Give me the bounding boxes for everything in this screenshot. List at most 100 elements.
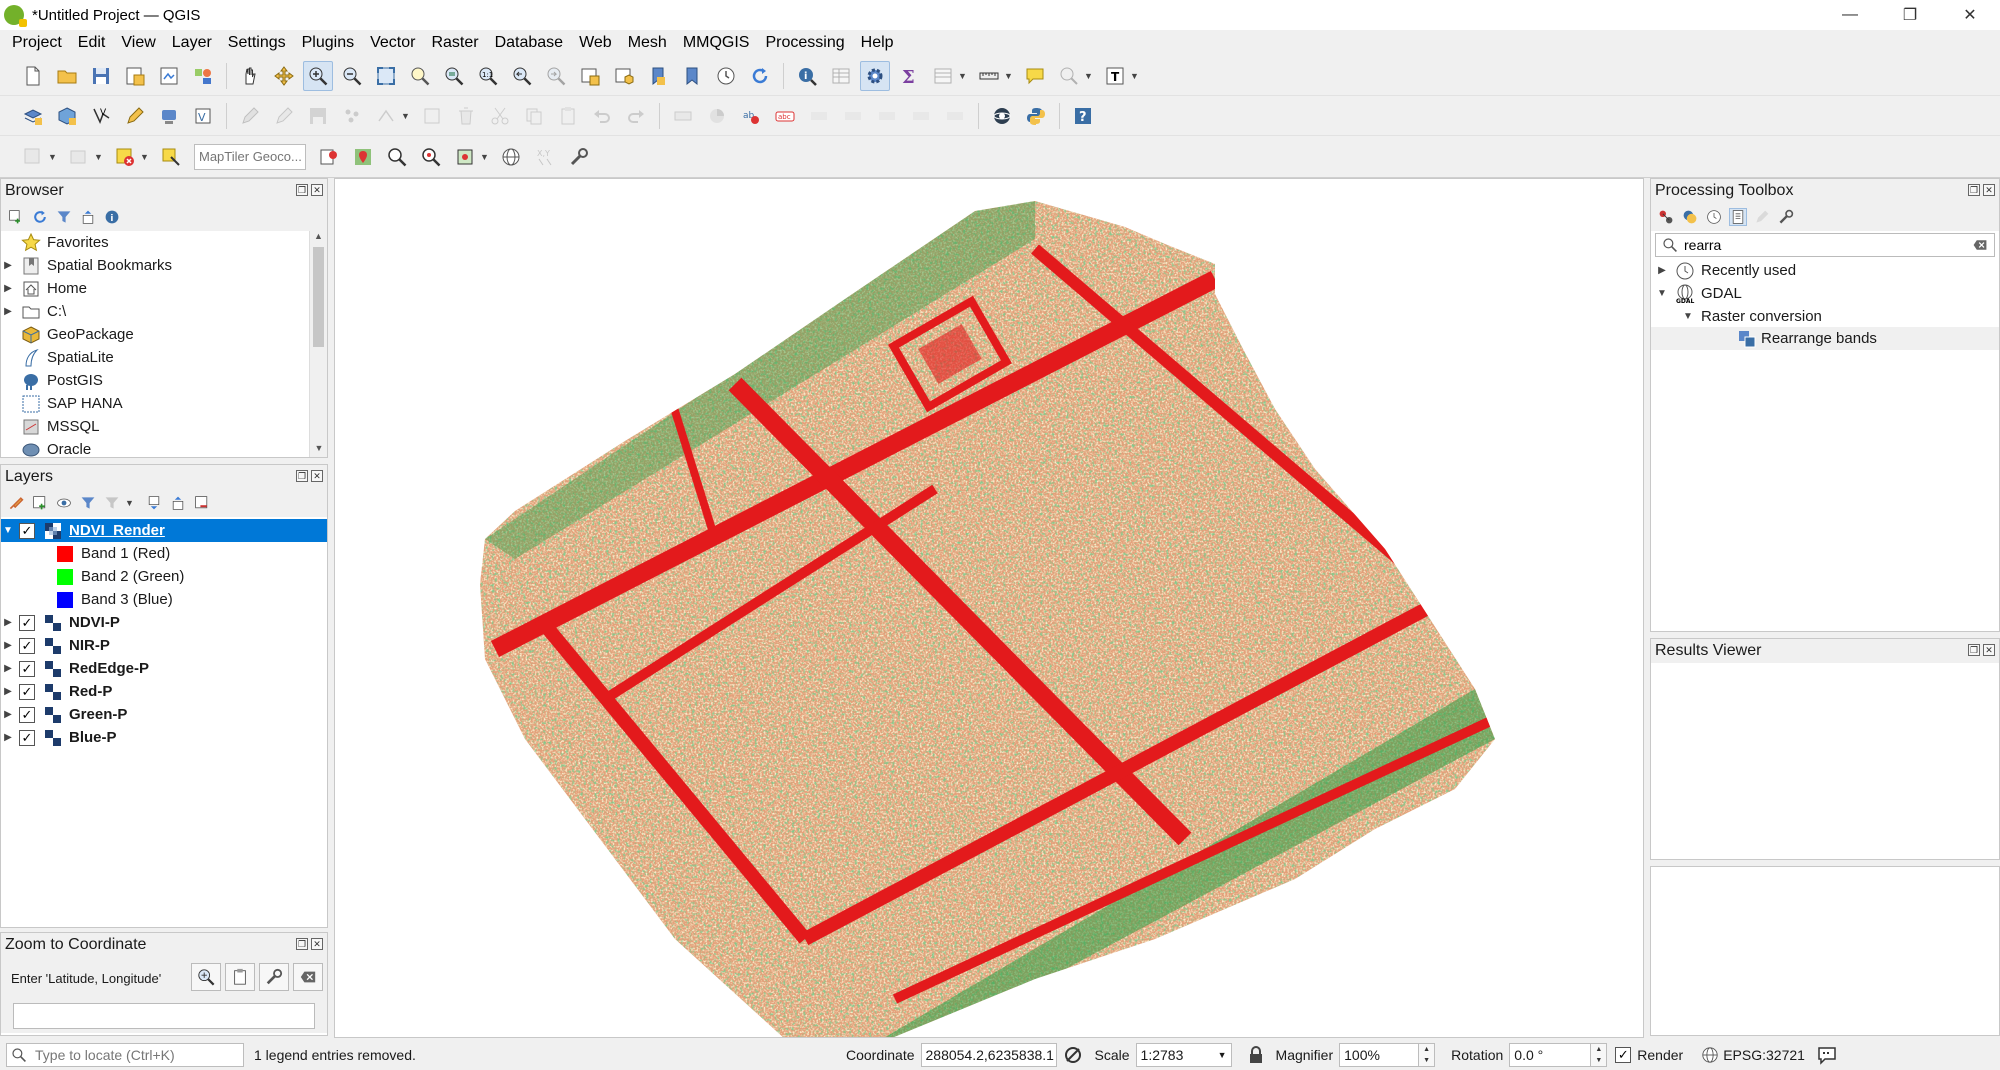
save-layer-edits-button[interactable] <box>303 101 333 131</box>
new-shapefile-layer-button[interactable]: V <box>86 101 116 131</box>
rotation-spinbox[interactable]: 0.0 ° <box>1509 1043 1592 1067</box>
expand-arrow-icon[interactable]: ▶ <box>1 260 15 271</box>
vertex-tool-button[interactable] <box>371 101 401 131</box>
new-virtual-layer-button[interactable] <box>154 101 184 131</box>
plugin-tools-button[interactable] <box>564 142 594 172</box>
undo-button[interactable] <box>587 101 617 131</box>
locator-search[interactable]: Type to locate (Ctrl+K) <box>6 1043 244 1067</box>
new-virtual-raster-button[interactable]: V <box>188 101 218 131</box>
pin-unpin-labels-button[interactable]: abc <box>770 101 800 131</box>
menu-settings[interactable]: Settings <box>220 34 294 52</box>
cut-features-button[interactable] <box>485 101 515 131</box>
layer-visibility-checkbox[interactable]: ✓ <box>19 637 35 654</box>
layer-labeling-button[interactable] <box>668 101 698 131</box>
restore-button[interactable]: ❐ <box>1880 0 1940 30</box>
zoom-to-point-button[interactable] <box>416 142 446 172</box>
data-source-manager-button[interactable] <box>18 101 48 131</box>
add-group-button[interactable] <box>31 494 49 512</box>
vertex-tool-dropdown-icon[interactable]: ▼ <box>401 111 411 121</box>
expand-arrow-icon[interactable]: ▶ <box>1 283 15 294</box>
new-3d-map-view-button[interactable] <box>609 61 639 91</box>
scroll-down-arrow-icon[interactable]: ▼ <box>310 443 328 457</box>
filter-legend-button[interactable] <box>79 494 97 512</box>
float-panel-icon[interactable]: ❐ <box>296 184 308 196</box>
expand-arrow-icon[interactable]: ▶ <box>1 640 15 651</box>
expand-all-button[interactable] <box>145 494 163 512</box>
menu-processing[interactable]: Processing <box>757 34 852 52</box>
redo-button[interactable] <box>621 101 651 131</box>
open-attribute-table-button[interactable] <box>826 61 856 91</box>
processing-group-raster-conversion[interactable]: ▼ Raster conversion <box>1681 305 1822 328</box>
browser-item-postgis[interactable]: PostGIS <box>1 369 103 392</box>
close-button[interactable]: ✕ <box>1940 0 2000 30</box>
menu-raster[interactable]: Raster <box>423 34 486 52</box>
close-panel-icon[interactable]: ✕ <box>1983 184 1995 196</box>
menu-help[interactable]: Help <box>853 34 902 52</box>
new-map-view-button[interactable] <box>575 61 605 91</box>
coordinate-settings-button[interactable] <box>259 963 289 991</box>
collapse-all-layers-button[interactable] <box>169 494 187 512</box>
measure-line-button[interactable] <box>974 61 1004 91</box>
zoom-in-button[interactable] <box>303 60 333 91</box>
open-project-button[interactable] <box>52 61 82 91</box>
layer-ndvi-render[interactable]: ▼ ✓ NDVI_Render <box>1 519 327 542</box>
modify-attributes-button[interactable] <box>417 101 447 131</box>
clear-coordinate-button[interactable] <box>293 963 323 991</box>
menu-mesh[interactable]: Mesh <box>620 34 675 52</box>
browser-item-home[interactable]: ▶ Home <box>1 277 87 300</box>
label-properties-button[interactable] <box>940 101 970 131</box>
layer-diagram-button[interactable] <box>702 101 732 131</box>
zoom-to-layer-button[interactable] <box>439 61 469 91</box>
browser-item-mssql[interactable]: MSSQL <box>1 415 100 438</box>
refresh-button[interactable] <box>745 61 775 91</box>
menu-web[interactable]: Web <box>571 34 620 52</box>
change-label-button[interactable] <box>906 101 936 131</box>
identify-features-button[interactable]: i <box>792 61 822 91</box>
close-panel-icon[interactable]: ✕ <box>311 184 323 196</box>
paste-coordinate-button[interactable] <box>225 963 255 991</box>
collapse-all-button[interactable] <box>79 208 97 226</box>
menu-mmqgis[interactable]: MMQGIS <box>675 34 758 52</box>
zoom-full-button[interactable] <box>371 61 401 91</box>
select-area-dropdown-icon[interactable]: ▼ <box>48 152 58 162</box>
filter-by-expression-button[interactable] <box>103 494 121 512</box>
select-value-dropdown-icon[interactable]: ▼ <box>94 152 104 162</box>
browser-item-spatialite[interactable]: SpatiaLite <box>1 346 114 369</box>
geocoder-search-input[interactable] <box>194 143 306 170</box>
menu-plugins[interactable]: Plugins <box>294 34 362 52</box>
layer-ndvi-p[interactable]: ▶ ✓ NDVI-P <box>1 611 120 634</box>
reverse-geocode-button[interactable] <box>314 142 344 172</box>
menu-layer[interactable]: Layer <box>164 34 220 52</box>
processing-recently-used[interactable]: ▶ Recently used <box>1655 259 1796 282</box>
manage-map-themes-button[interactable] <box>55 494 73 512</box>
crs-label[interactable]: EPSG:32721 <box>1723 1047 1805 1063</box>
map-tips-button[interactable] <box>1020 61 1050 91</box>
menu-edit[interactable]: Edit <box>70 34 114 52</box>
browser-item-spatial-bookmarks[interactable]: ▶ Spatial Bookmarks <box>1 254 172 277</box>
float-panel-icon[interactable]: ❐ <box>296 470 308 482</box>
magnifier-spin-buttons[interactable]: ▲ ▼ <box>1419 1043 1436 1067</box>
xy-coordinate-button[interactable]: X,Y <box>530 142 560 172</box>
browser-item-favorites[interactable]: Favorites <box>1 231 109 254</box>
rotate-label-button[interactable] <box>872 101 902 131</box>
copy-features-button[interactable] <box>519 101 549 131</box>
pan-to-selection-button[interactable] <box>269 61 299 91</box>
browser-scrollbar[interactable]: ▲ ▼ <box>309 231 327 457</box>
zoom-to-selection-button[interactable] <box>405 61 435 91</box>
expand-arrow-icon[interactable]: ▶ <box>1 306 15 317</box>
menu-project[interactable]: Project <box>4 34 70 52</box>
scrollbar-thumb[interactable] <box>313 247 324 347</box>
collapse-arrow-icon[interactable]: ▼ <box>1655 288 1669 299</box>
style-layer-button[interactable] <box>7 494 25 512</box>
zoom-last-button[interactable] <box>507 61 537 91</box>
refresh-browser-button[interactable] <box>31 208 49 226</box>
measure-dropdown-icon[interactable]: ▼ <box>1004 71 1014 81</box>
select-by-value-button[interactable] <box>64 142 94 172</box>
style-manager-button[interactable] <box>188 61 218 91</box>
python-console-button[interactable] <box>1021 101 1051 131</box>
new-geopackage-layer-button[interactable] <box>52 101 82 131</box>
statistical-summary-button[interactable]: Σ <box>894 61 924 91</box>
identify-location-button[interactable] <box>348 142 378 172</box>
menu-view[interactable]: View <box>113 34 163 52</box>
world-globe-button[interactable] <box>496 142 526 172</box>
